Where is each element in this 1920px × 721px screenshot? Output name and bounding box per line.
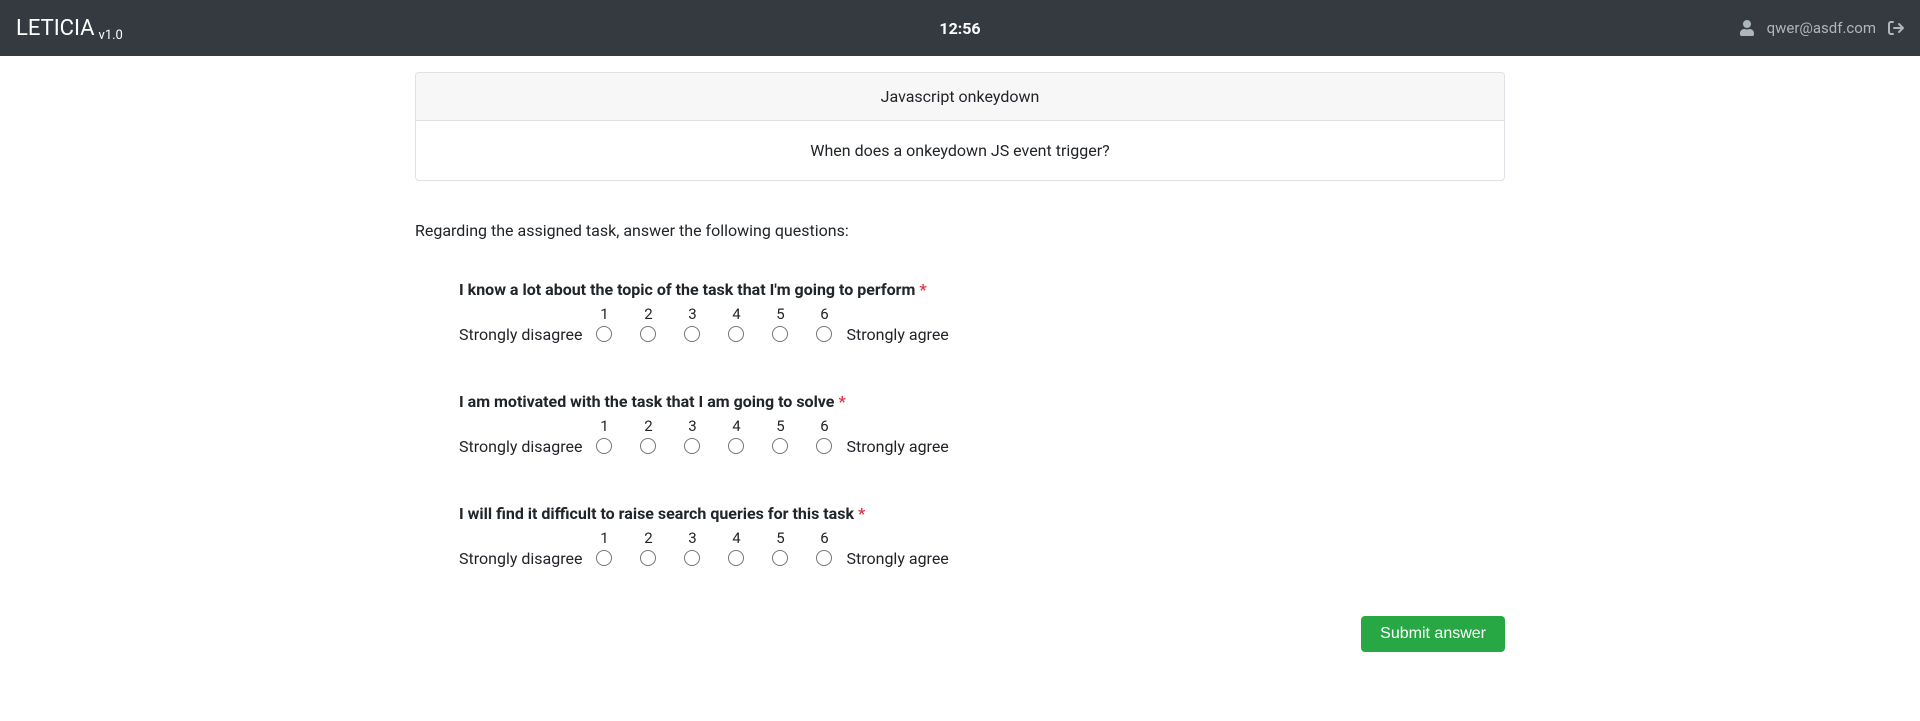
likert-num: 4	[714, 417, 758, 435]
likert-right-label: Strongly agree	[846, 435, 948, 458]
likert-radio[interactable]	[596, 438, 612, 454]
submit-button[interactable]: Submit answer	[1361, 616, 1505, 652]
likert-radio[interactable]	[684, 550, 700, 566]
question-label: I know a lot about the topic of the task…	[459, 280, 915, 299]
likert-radio[interactable]	[816, 326, 832, 342]
likert-radio[interactable]	[596, 550, 612, 566]
likert-num: 2	[626, 529, 670, 547]
navbar-time: 12:56	[939, 19, 980, 38]
navbar: LETICIA v1.0 12:56 qwer@asdf.com	[0, 0, 1920, 56]
likert-scale: 1 2 3 4 5 6 Strongly disagree Stron	[459, 305, 949, 346]
likert-left-label: Strongly disagree	[459, 435, 582, 458]
likert-num: 3	[670, 417, 714, 435]
question-item: I am motivated with the task that I am g…	[459, 392, 1505, 458]
likert-num: 5	[758, 305, 802, 323]
likert-right-label: Strongly agree	[846, 547, 948, 570]
likert-radio[interactable]	[640, 550, 656, 566]
required-mark: *	[838, 392, 845, 411]
user-icon	[1739, 20, 1755, 36]
likert-radio[interactable]	[772, 550, 788, 566]
likert-num: 1	[582, 305, 626, 323]
likert-num: 4	[714, 305, 758, 323]
question-label: I will find it difficult to raise search…	[459, 504, 854, 523]
likert-radio[interactable]	[772, 438, 788, 454]
likert-num: 2	[626, 417, 670, 435]
question-label: I am motivated with the task that I am g…	[459, 392, 834, 411]
likert-radio[interactable]	[640, 438, 656, 454]
likert-left-label: Strongly disagree	[459, 323, 582, 346]
user-email[interactable]: qwer@asdf.com	[1767, 19, 1876, 37]
likert-left-label: Strongly disagree	[459, 547, 582, 570]
likert-num: 4	[714, 529, 758, 547]
navbar-user-area: qwer@asdf.com	[1739, 19, 1904, 37]
likert-radio[interactable]	[816, 550, 832, 566]
likert-radio[interactable]	[772, 326, 788, 342]
brand-name: LETICIA	[16, 16, 95, 41]
likert-right-label: Strongly agree	[846, 323, 948, 346]
likert-num: 3	[670, 529, 714, 547]
likert-radio[interactable]	[728, 550, 744, 566]
likert-num: 3	[670, 305, 714, 323]
required-mark: *	[919, 280, 926, 299]
likert-scale: 1 2 3 4 5 6 Strongly disagree Stron	[459, 529, 949, 570]
likert-radio[interactable]	[728, 326, 744, 342]
likert-radio[interactable]	[728, 438, 744, 454]
likert-num: 6	[802, 529, 846, 547]
likert-num: 5	[758, 417, 802, 435]
likert-num: 5	[758, 529, 802, 547]
task-title: Javascript onkeydown	[416, 73, 1504, 121]
likert-radio[interactable]	[684, 438, 700, 454]
submit-row: Submit answer	[415, 616, 1505, 652]
question-text: I am motivated with the task that I am g…	[459, 392, 1505, 411]
likert-scale: 1 2 3 4 5 6 Strongly disagree Stron	[459, 417, 949, 458]
likert-radio[interactable]	[596, 326, 612, 342]
required-mark: *	[858, 504, 865, 523]
question-item: I will find it difficult to raise search…	[459, 504, 1505, 570]
logout-icon[interactable]	[1888, 20, 1904, 36]
question-text: I know a lot about the topic of the task…	[459, 280, 1505, 299]
main-container: Javascript onkeydown When does a onkeydo…	[395, 56, 1525, 692]
instructions-text: Regarding the assigned task, answer the …	[415, 221, 1505, 240]
likert-num: 1	[582, 529, 626, 547]
likert-num: 2	[626, 305, 670, 323]
likert-num: 1	[582, 417, 626, 435]
likert-radio[interactable]	[816, 438, 832, 454]
task-card: Javascript onkeydown When does a onkeydo…	[415, 72, 1505, 181]
brand[interactable]: LETICIA v1.0	[16, 16, 123, 41]
likert-radio[interactable]	[684, 326, 700, 342]
task-description: When does a onkeydown JS event trigger?	[416, 121, 1504, 180]
likert-num: 6	[802, 417, 846, 435]
brand-version: v1.0	[99, 28, 123, 43]
question-item: I know a lot about the topic of the task…	[459, 280, 1505, 346]
likert-radio[interactable]	[640, 326, 656, 342]
likert-num: 6	[802, 305, 846, 323]
question-text: I will find it difficult to raise search…	[459, 504, 1505, 523]
questions-list: I know a lot about the topic of the task…	[415, 280, 1505, 570]
